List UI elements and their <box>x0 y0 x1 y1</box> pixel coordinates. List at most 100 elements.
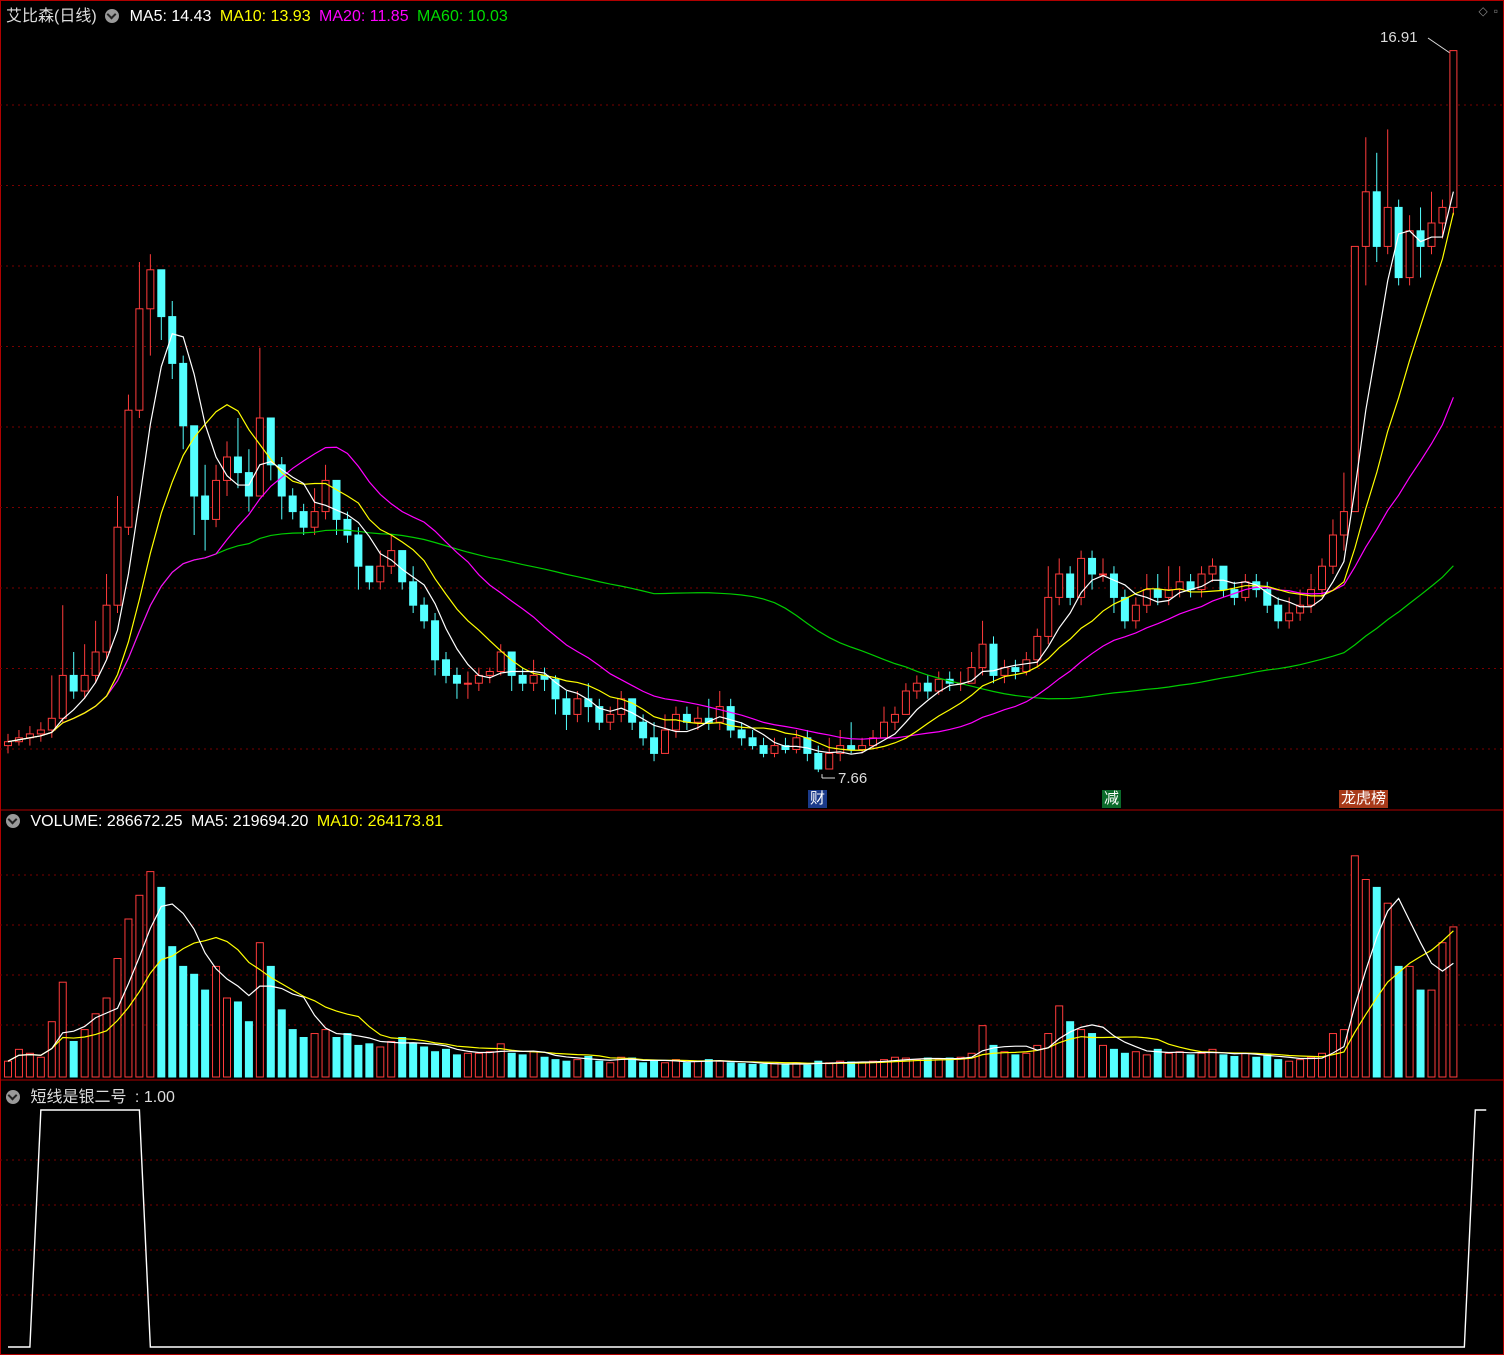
volume-bar <box>58 981 67 1078</box>
volume-bar <box>1219 1054 1228 1078</box>
volume-bar <box>1449 926 1458 1078</box>
candle-body <box>58 674 67 719</box>
collapse-icon[interactable] <box>6 1090 20 1104</box>
volume-bar <box>409 1043 418 1078</box>
candle-body <box>91 651 100 676</box>
volume-bar <box>540 1056 549 1078</box>
volume-bar <box>704 1059 713 1078</box>
price-panel-header: 艾比森(日线) MA5: 14.43 MA10: 13.93 MA20: 11.… <box>6 2 512 26</box>
volume-bar <box>299 1037 308 1078</box>
volume-bar <box>781 1063 790 1078</box>
candle-body <box>1153 589 1162 598</box>
candle-body <box>1033 635 1042 661</box>
candle-body <box>1066 573 1075 598</box>
menu-square-icon[interactable]: ▫ <box>1494 4 1498 18</box>
candle-body <box>1109 573 1118 598</box>
candle-body <box>923 682 932 692</box>
volume-bar <box>1296 1059 1305 1078</box>
candle-body <box>1274 604 1283 622</box>
volume-bar <box>387 1040 396 1078</box>
ma60-value: MA60: 10.03 <box>417 8 508 25</box>
candle-body <box>212 479 221 520</box>
candle-body <box>4 741 12 747</box>
candle-body <box>80 674 89 692</box>
volume-bar <box>573 1059 582 1078</box>
candle-body <box>639 721 648 739</box>
candle-body <box>157 269 166 318</box>
candle-body <box>398 550 407 583</box>
volume-bar <box>989 1044 998 1078</box>
volume-bar <box>1252 1056 1261 1078</box>
indicator-name: 短线是银二号 <box>30 1089 127 1106</box>
volume-bar <box>91 1013 100 1078</box>
volume-bar <box>956 1056 965 1078</box>
volume-bar <box>529 1051 538 1078</box>
candle-body <box>573 698 582 715</box>
volume-bar <box>1066 1021 1075 1078</box>
candle-body <box>1055 573 1064 598</box>
volume-bar <box>288 1029 297 1078</box>
volume-bar <box>1011 1054 1020 1078</box>
volume-bar <box>759 1063 768 1078</box>
volume-bar <box>715 1060 724 1078</box>
volume-bar <box>25 1052 34 1078</box>
candle-body <box>266 417 275 466</box>
volume-bar <box>157 886 166 1078</box>
ma20-value: MA20: 11.85 <box>319 8 409 25</box>
candle-body <box>354 534 363 567</box>
chart-canvas <box>0 0 1504 1355</box>
collapse-icon[interactable] <box>105 9 120 23</box>
candle-body <box>759 745 768 754</box>
volume-bar <box>135 894 144 1078</box>
candle-body <box>912 682 921 692</box>
candle-body <box>179 362 188 427</box>
candle-body <box>1339 511 1348 536</box>
volume-bar <box>1350 855 1359 1078</box>
candle-body <box>299 511 308 528</box>
volume-bar <box>693 1060 702 1078</box>
volume-bar <box>748 1063 757 1078</box>
candle-body <box>1449 50 1458 208</box>
event-reduce-tag[interactable]: 减 <box>1102 790 1122 808</box>
volume-bar <box>1022 1052 1031 1078</box>
volume-bar <box>1427 989 1436 1078</box>
candle-body <box>617 698 626 715</box>
event-finance-tag[interactable]: 财 <box>808 790 828 808</box>
candle-body <box>1372 191 1381 247</box>
volume-bar <box>1197 1052 1206 1078</box>
candle-body <box>792 737 801 750</box>
ma5-value: MA5: 14.43 <box>129 8 212 25</box>
volume-bar <box>1438 942 1447 1078</box>
candle-body <box>1044 596 1053 637</box>
volume-bar <box>1186 1054 1195 1078</box>
volume-bar <box>1120 1052 1129 1078</box>
volume-bar <box>1088 1033 1097 1078</box>
candle-body <box>803 737 812 754</box>
volume-value: VOLUME: 286672.25 <box>30 813 183 830</box>
candle-body <box>934 678 943 692</box>
volume-bar <box>847 1061 856 1078</box>
candle-body <box>474 674 483 684</box>
candle-body <box>825 752 834 770</box>
volume-bar <box>190 973 199 1078</box>
volume-bar <box>1241 1052 1250 1078</box>
volume-bar <box>146 871 155 1078</box>
candle-body <box>847 745 856 750</box>
candle-body <box>431 620 440 661</box>
candle-body <box>485 671 494 676</box>
ma10-value: MA10: 13.93 <box>219 8 311 25</box>
collapse-icon[interactable] <box>6 814 20 828</box>
volume-bar <box>1142 1054 1151 1078</box>
volume-bar <box>507 1052 516 1078</box>
candle-body <box>496 651 505 672</box>
volume-bar <box>825 1062 834 1078</box>
candle-body <box>1361 191 1370 247</box>
candle-body <box>814 752 823 770</box>
high-price-label: 16.91 <box>1380 29 1418 46</box>
volume-bar <box>518 1054 527 1078</box>
event-longhu-tag[interactable]: 龙虎榜 <box>1339 790 1389 808</box>
candle-body <box>124 409 133 528</box>
diamond-icon[interactable]: ◇ <box>1479 4 1488 18</box>
candle-body <box>1307 589 1316 606</box>
candle-body <box>1318 565 1326 591</box>
